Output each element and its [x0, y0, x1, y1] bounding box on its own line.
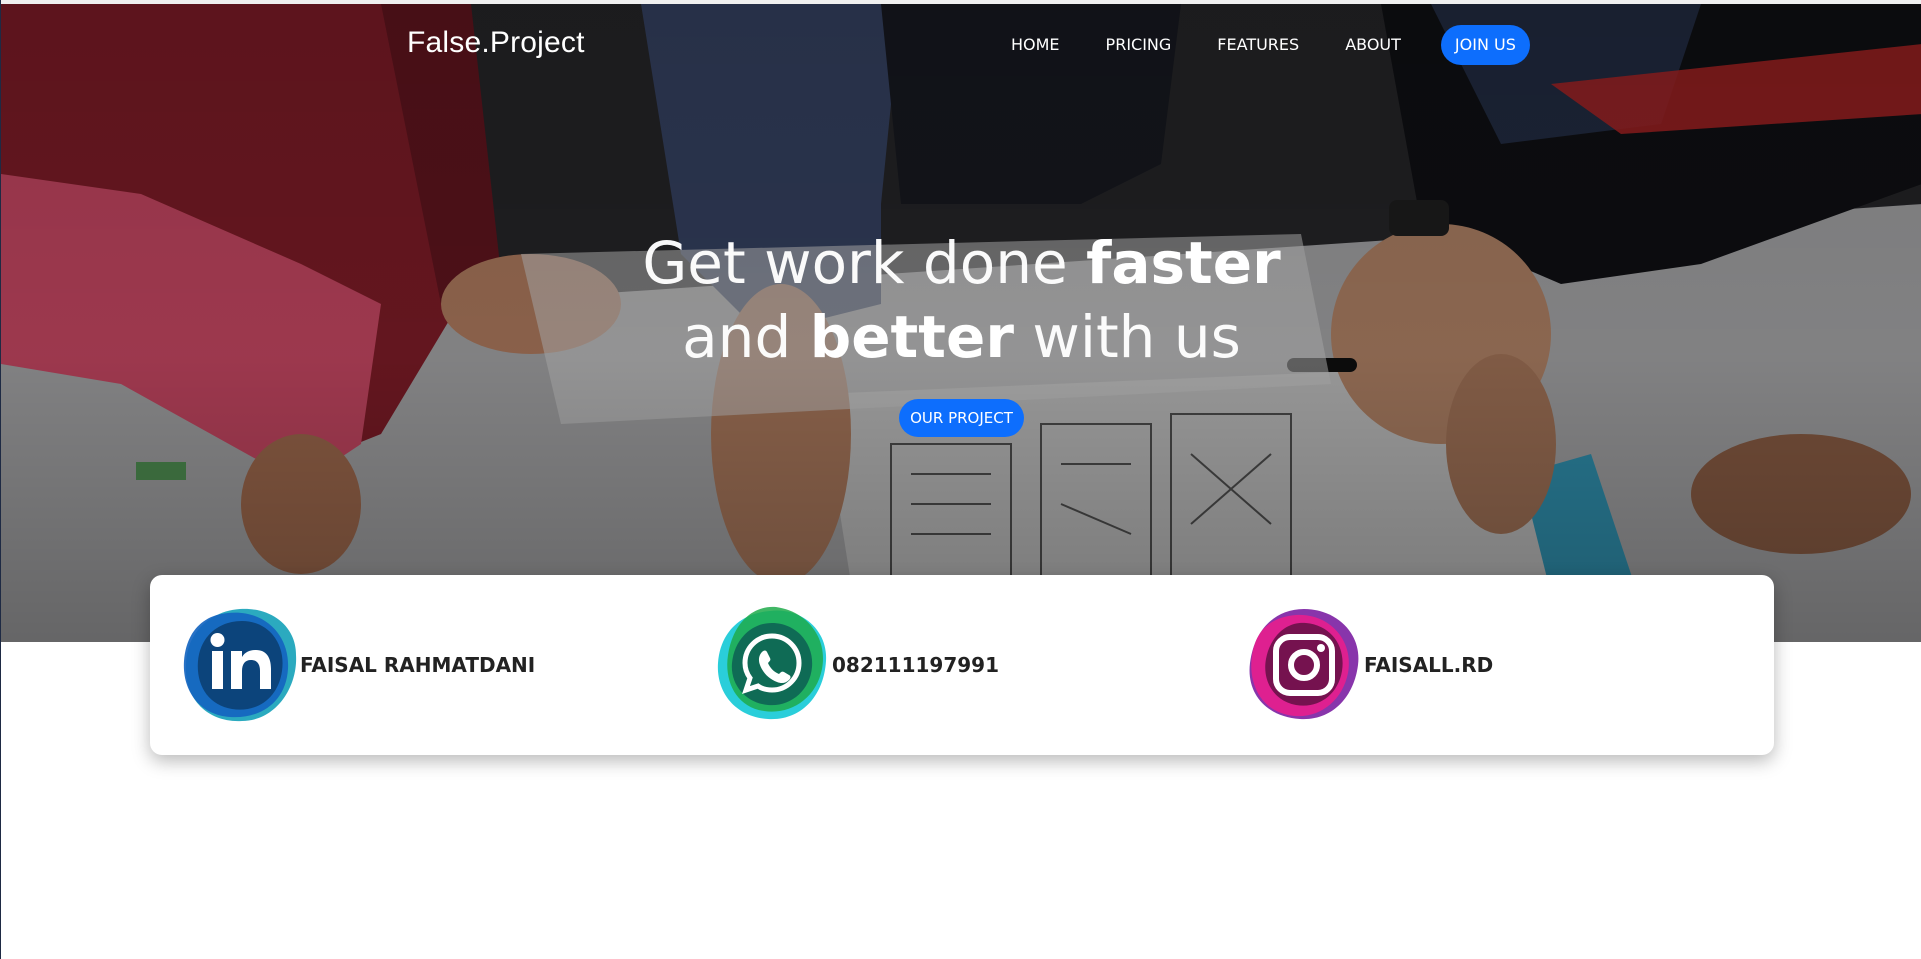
- instagram-icon: [1249, 609, 1359, 720]
- contact-instagram[interactable]: FAISALL.RD: [1242, 603, 1493, 727]
- headline-emphasis: faster: [1086, 229, 1281, 297]
- page: False.Project HOME PRICING FEATURES ABOU…: [0, 0, 1921, 959]
- nav-link-pricing[interactable]: PRICING: [1106, 24, 1172, 66]
- contact-label: FAISAL RAHMATDANI: [300, 653, 536, 677]
- join-us-button[interactable]: JOIN US: [1440, 25, 1530, 65]
- whatsapp-icon: [717, 606, 827, 720]
- main-nav: HOME PRICING FEATURES ABOUT JOIN US: [1011, 24, 1530, 66]
- our-project-button[interactable]: OUR PROJECT: [899, 399, 1024, 437]
- nav-link-home[interactable]: HOME: [1011, 24, 1060, 66]
- headline-part: Get work done: [642, 229, 1087, 297]
- headline-part: with us: [1013, 303, 1241, 371]
- headline-part: and: [682, 303, 810, 371]
- linkedin-icon: [183, 608, 297, 722]
- contact-label: FAISALL.RD: [1364, 653, 1494, 677]
- contact-whatsapp[interactable]: 082111197991: [710, 603, 999, 727]
- hero-headline: Get work done faster and better with us: [1, 226, 1921, 374]
- nav-link-features[interactable]: FEATURES: [1217, 24, 1299, 66]
- headline-emphasis: better: [809, 303, 1014, 371]
- contact-linkedin[interactable]: FAISAL RAHMATDANI: [178, 603, 535, 727]
- contact-label: 082111197991: [832, 653, 999, 677]
- nav-link-about[interactable]: ABOUT: [1345, 24, 1401, 66]
- hero-section: False.Project HOME PRICING FEATURES ABOU…: [1, 0, 1921, 642]
- contact-card: FAISAL RAHMATDANI 082111197991 FAISALL.R…: [150, 575, 1774, 755]
- brand-logo[interactable]: False.Project: [407, 26, 585, 60]
